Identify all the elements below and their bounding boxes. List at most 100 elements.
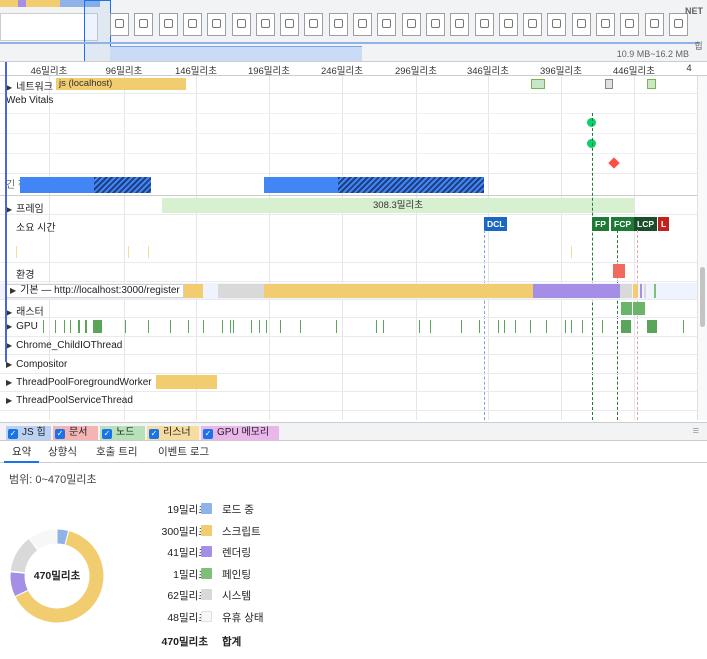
gpu-task[interactable] xyxy=(230,320,231,333)
track-child-io[interactable]: ▶ Chrome_ChildIOThread xyxy=(6,340,122,351)
screenshot-thumbnail[interactable] xyxy=(377,13,397,36)
gpu-task[interactable] xyxy=(546,320,547,333)
screenshot-thumbnail[interactable] xyxy=(498,13,518,36)
gpu-task[interactable] xyxy=(266,320,267,333)
main-task-bar[interactable] xyxy=(533,284,620,298)
scrollbar-thumb[interactable] xyxy=(700,267,705,327)
screenshot-thumbnail[interactable] xyxy=(207,13,227,36)
gpu-task[interactable] xyxy=(78,320,80,333)
track-frames[interactable]: ▶ 프레임 xyxy=(6,200,44,215)
main-task-bar[interactable] xyxy=(264,284,534,298)
main-task-bar[interactable] xyxy=(620,284,632,298)
screenshot-thumbnail[interactable] xyxy=(328,13,348,36)
main-task-bar[interactable] xyxy=(640,284,642,298)
track-gpu[interactable]: ▶ GPU xyxy=(6,321,38,332)
gpu-task[interactable] xyxy=(504,320,505,333)
screenshot-thumbnail[interactable] xyxy=(158,13,178,36)
gpu-task[interactable] xyxy=(125,320,126,333)
legend-js-heap[interactable]: ✓ JS 힙 xyxy=(6,426,51,440)
checkbox-checked-icon[interactable]: ✓ xyxy=(203,429,213,439)
screenshot-thumbnail[interactable] xyxy=(231,13,251,36)
gpu-task[interactable] xyxy=(55,320,56,333)
gpu-task[interactable] xyxy=(383,320,384,333)
tab-event-log[interactable]: 이벤트 로그 xyxy=(150,441,217,463)
network-request-bar[interactable]: js (localhost) xyxy=(56,78,186,90)
legend-gpu-memory[interactable]: ✓ GPU 메모리 xyxy=(201,426,279,440)
screenshot-thumbnail[interactable] xyxy=(353,13,372,36)
network-request-bar[interactable] xyxy=(531,79,545,89)
screenshot-thumbnail[interactable] xyxy=(596,13,615,36)
gpu-task[interactable] xyxy=(630,320,631,333)
screenshot-thumbnail[interactable] xyxy=(547,13,567,36)
expand-triangle-icon[interactable]: ▶ xyxy=(6,378,12,387)
gpu-task[interactable] xyxy=(602,320,603,333)
checkbox-checked-icon[interactable]: ✓ xyxy=(55,429,65,439)
main-task-bar[interactable] xyxy=(654,284,656,298)
marker-fcp[interactable]: FCP xyxy=(611,217,634,231)
gpu-task[interactable] xyxy=(376,320,377,333)
expand-triangle-icon[interactable]: ▶ xyxy=(6,396,12,405)
raster-task[interactable] xyxy=(621,302,632,315)
tab-bottom-up[interactable]: 상향식 xyxy=(40,441,85,463)
tab-summary[interactable]: 요약 xyxy=(4,441,40,463)
expand-triangle-icon[interactable]: ▶ xyxy=(10,286,16,295)
track-raster[interactable]: ▶ 래스터 xyxy=(6,303,44,318)
legend-documents[interactable]: ✓ 문서 xyxy=(53,426,98,440)
gpu-task[interactable] xyxy=(653,320,654,333)
screenshot-thumbnail[interactable] xyxy=(523,13,543,36)
gpu-task[interactable] xyxy=(300,320,301,333)
screenshot-thumbnail[interactable] xyxy=(620,13,640,36)
long-task-excess[interactable] xyxy=(94,177,151,193)
gpu-task[interactable] xyxy=(461,320,462,333)
gpu-task[interactable] xyxy=(70,320,71,333)
environment-event[interactable] xyxy=(613,264,625,278)
gpu-task[interactable] xyxy=(430,320,431,333)
gpu-task[interactable] xyxy=(259,320,260,333)
tab-call-tree[interactable]: 호출 트리 xyxy=(88,441,146,463)
gpu-task[interactable] xyxy=(233,320,234,333)
screenshot-thumbnail[interactable] xyxy=(304,13,324,36)
gpu-task[interactable] xyxy=(565,320,566,333)
tracks-scrollbar[interactable] xyxy=(697,76,707,420)
screenshot-thumbnail[interactable] xyxy=(571,13,591,36)
gpu-task[interactable] xyxy=(280,320,281,333)
main-task-bar[interactable] xyxy=(644,284,646,298)
main-task-bar[interactable] xyxy=(218,284,264,298)
long-task-bar[interactable] xyxy=(264,177,338,193)
gpu-task[interactable] xyxy=(64,320,65,333)
screenshot-thumbnail[interactable] xyxy=(134,13,154,36)
timeline-overview[interactable]: NET 10.9 MB~16.2 MB 힙 xyxy=(0,0,707,62)
track-network[interactable]: ▶ 네트워크 xyxy=(6,78,53,93)
marker-load[interactable]: L xyxy=(658,217,670,231)
gpu-task[interactable] xyxy=(479,320,480,333)
gpu-task[interactable] xyxy=(101,320,102,333)
gpu-task[interactable] xyxy=(530,320,531,333)
gpu-task[interactable] xyxy=(571,320,572,333)
raster-task[interactable] xyxy=(633,302,645,315)
marker-fp[interactable]: FP xyxy=(592,217,609,231)
gpu-task[interactable] xyxy=(148,320,149,333)
screenshot-thumbnail[interactable] xyxy=(182,13,202,36)
screenshot-thumbnail[interactable] xyxy=(644,13,664,36)
checkbox-checked-icon[interactable]: ✓ xyxy=(102,429,112,439)
track-compositor[interactable]: ▶ Compositor xyxy=(6,359,67,370)
gpu-task[interactable] xyxy=(336,320,337,333)
network-request-bar[interactable] xyxy=(647,79,656,89)
track-pool-fg[interactable]: ▶ ThreadPoolForegroundWorker xyxy=(6,377,152,388)
screenshot-thumbnail[interactable] xyxy=(255,13,275,36)
gpu-task[interactable] xyxy=(222,320,223,333)
screenshot-thumbnail[interactable] xyxy=(474,13,494,36)
screenshot-thumbnail[interactable] xyxy=(668,13,688,36)
track-main[interactable]: ▶ 기본 — http://localhost:3000/register xyxy=(6,284,184,298)
checkbox-checked-icon[interactable]: ✓ xyxy=(8,429,18,439)
gpu-task[interactable] xyxy=(203,320,204,333)
main-task-bar[interactable] xyxy=(633,284,638,298)
drag-handle-icon[interactable]: ≡ xyxy=(693,425,699,437)
track-pool-svc[interactable]: ▶ ThreadPoolServiceThread xyxy=(6,395,133,406)
gpu-task[interactable] xyxy=(515,320,516,333)
gpu-task[interactable] xyxy=(647,320,657,333)
long-task-excess[interactable] xyxy=(338,177,484,193)
marker-dcl[interactable]: DCL xyxy=(484,217,508,231)
screenshot-thumbnail[interactable] xyxy=(425,13,445,36)
gpu-task[interactable] xyxy=(582,320,583,333)
